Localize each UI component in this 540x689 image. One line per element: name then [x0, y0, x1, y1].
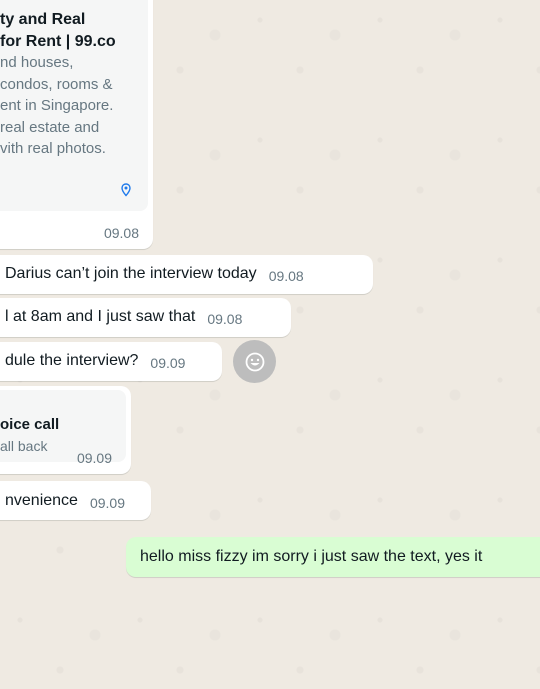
link-preview-card[interactable]: ty and Real for Rent | 99.co nd houses, …	[0, 0, 148, 211]
message-text: nvenience	[5, 492, 78, 509]
react-emoji-button[interactable]	[233, 340, 276, 383]
link-desc-line-2: condos, rooms &	[0, 75, 113, 93]
voice-call-subtitle: all back	[0, 438, 48, 454]
link-desc-line-3: ent in Singapore.	[0, 97, 114, 114]
outgoing-message-bubble[interactable]: hello miss fizzy im sorry i just saw the…	[126, 537, 540, 577]
message-text: dule the interview?	[5, 352, 139, 369]
link-desc-line-1: nd houses,	[0, 54, 74, 71]
link-desc-line-4: real estate and	[0, 118, 100, 136]
message-time: 09.08	[268, 268, 304, 284]
message-text: hello miss fizzy im sorry i just saw the…	[140, 548, 483, 565]
voice-call-title: oice call	[0, 416, 60, 433]
smiley-icon	[245, 352, 264, 371]
message-bubble[interactable]: Darius can’t join the interview today 09.…	[0, 255, 373, 294]
message-time: 09.08	[207, 311, 243, 327]
location-pin-icon	[121, 183, 131, 197]
link-preview-title: ty and Real for Rent | 99.co	[0, 9, 116, 53]
message-time: 09.08	[103, 225, 139, 241]
message-text: l at 8am and I just saw that	[5, 308, 196, 325]
message-time: 09.09	[89, 495, 125, 511]
message-text: Darius can’t join the interview today	[5, 265, 257, 282]
link-title-line-2: for Rent | 99.co	[0, 33, 116, 50]
link-title-line-1: ty and Real	[0, 11, 86, 28]
link-desc-line-5: vith real photos.	[0, 140, 106, 157]
message-time: 09.09	[150, 355, 186, 371]
message-bubble[interactable]: dule the interview? 09.09	[0, 342, 222, 381]
message-bubble[interactable]: l at 8am and I just saw that 09.08	[0, 298, 291, 337]
message-bubble[interactable]: nvenience 09.09	[0, 481, 151, 520]
missed-voice-call-message[interactable]: oice call all back 09.09	[0, 386, 131, 474]
message-time: 09.09	[76, 450, 112, 466]
link-preview-message[interactable]: ty and Real for Rent | 99.co nd houses, …	[0, 0, 153, 249]
voice-call-card[interactable]: oice call all back 09.09	[0, 390, 126, 466]
link-preview-description: nd houses, condos, rooms & ent in Singap…	[0, 52, 113, 160]
